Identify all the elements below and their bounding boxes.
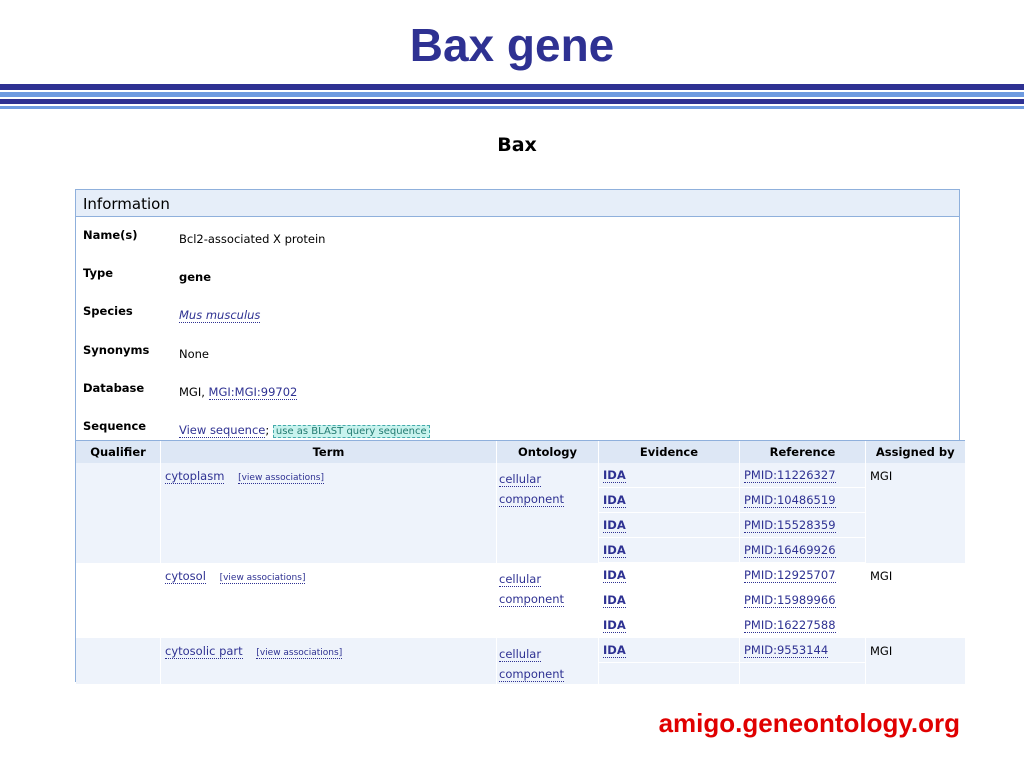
database-link[interactable]: MGI:MGI:99702 bbox=[208, 385, 298, 400]
type-label: Type bbox=[83, 266, 114, 280]
information-header: Information bbox=[76, 190, 959, 217]
evidence-link[interactable]: IDA bbox=[603, 518, 626, 533]
footer-source: amigo.geneontology.org bbox=[658, 708, 960, 738]
reference-link[interactable]: PMID:10486519 bbox=[744, 493, 836, 508]
title-stripe-mid bbox=[0, 99, 1024, 104]
table-left-border bbox=[75, 440, 76, 682]
ontology-line-2[interactable]: component bbox=[499, 592, 565, 607]
ontology-line-2[interactable]: component bbox=[499, 667, 565, 682]
info-row-species: Species Mus musculus bbox=[76, 304, 959, 326]
reference-link[interactable]: PMID:9553144 bbox=[744, 643, 829, 658]
assigned-by-value: MGI bbox=[870, 469, 893, 483]
title-stripe-light bbox=[0, 92, 1024, 97]
view-sequence-link[interactable]: View sequence bbox=[179, 423, 266, 438]
reference-link[interactable]: PMID:11226327 bbox=[744, 468, 836, 483]
info-row-sequence: Sequence View sequence; use as BLAST que… bbox=[76, 419, 959, 441]
qualifier-cell bbox=[75, 463, 161, 563]
info-row-type: Type gene bbox=[76, 266, 959, 288]
names-label: Name(s) bbox=[83, 228, 138, 242]
evidence-link[interactable]: IDA bbox=[603, 468, 626, 483]
sequence-separator: ; bbox=[265, 423, 270, 437]
names-value: Bcl2-associated X protein bbox=[179, 232, 326, 246]
header-evidence[interactable]: Evidence bbox=[598, 440, 740, 463]
qualifier-cell bbox=[75, 563, 161, 638]
term-link[interactable]: cytosolic part bbox=[165, 644, 243, 659]
species-label: Species bbox=[83, 304, 133, 318]
info-row-synonyms: Synonyms None bbox=[76, 343, 959, 365]
synonyms-label: Synonyms bbox=[83, 343, 150, 357]
table-row: cytosol [view associations] cellular com… bbox=[75, 563, 965, 638]
table-header-row: Qualifier Term Ontology Evidence Referen… bbox=[75, 440, 965, 463]
view-associations-link[interactable]: [view associations] bbox=[256, 648, 343, 659]
gene-heading: Bax bbox=[497, 134, 537, 156]
assigned-by-cell: MGI bbox=[865, 463, 965, 563]
type-value: gene bbox=[179, 270, 212, 284]
synonyms-value: None bbox=[179, 347, 210, 361]
term-link[interactable]: cytosol bbox=[165, 569, 206, 584]
header-qualifier[interactable]: Qualifier bbox=[75, 440, 161, 463]
information-panel: Information Name(s) Bcl2-associated X pr… bbox=[75, 189, 960, 440]
evidence-cell: IDA bbox=[598, 638, 740, 684]
evidence-link[interactable]: IDA bbox=[603, 593, 626, 608]
assigned-by-cell: MGI bbox=[865, 563, 965, 638]
header-term[interactable]: Term bbox=[160, 440, 497, 463]
ontology-line-1[interactable]: cellular bbox=[499, 572, 542, 587]
evidence-cell: IDA IDA IDA IDA bbox=[598, 463, 740, 563]
annotation-table: Qualifier Term Ontology Evidence Referen… bbox=[75, 440, 965, 684]
reference-link[interactable]: PMID:12925707 bbox=[744, 568, 836, 583]
sequence-label: Sequence bbox=[83, 419, 147, 433]
ontology-cell: cellular component bbox=[496, 638, 599, 684]
evidence-cell: IDA IDA IDA bbox=[598, 563, 740, 638]
term-cell: cytoplasm [view associations] bbox=[160, 463, 497, 563]
evidence-link[interactable]: IDA bbox=[603, 643, 626, 658]
ontology-line-1[interactable]: cellular bbox=[499, 647, 542, 662]
reference-link[interactable]: PMID:16227588 bbox=[744, 618, 836, 633]
blast-query-link[interactable]: use as BLAST query sequence bbox=[272, 425, 430, 438]
reference-link[interactable]: PMID:16469926 bbox=[744, 543, 836, 558]
reference-cell: PMID:11226327 PMID:10486519 PMID:1552835… bbox=[739, 463, 866, 563]
reference-link[interactable]: PMID:15528359 bbox=[744, 518, 836, 533]
table-row: cytoplasm [view associations] cellular c… bbox=[75, 463, 965, 563]
evidence-link[interactable]: IDA bbox=[603, 568, 626, 583]
qualifier-cell bbox=[75, 638, 161, 684]
header-ontology[interactable]: Ontology bbox=[496, 440, 599, 463]
view-associations-link[interactable]: [view associations] bbox=[219, 573, 306, 584]
species-link[interactable]: Mus musculus bbox=[179, 308, 261, 323]
table-row: cytosolic part [view associations] cellu… bbox=[75, 638, 965, 684]
ontology-line-2[interactable]: component bbox=[499, 492, 565, 507]
reference-cell: PMID:12925707 PMID:15989966 PMID:1622758… bbox=[739, 563, 866, 638]
ontology-cell: cellular component bbox=[496, 463, 599, 563]
assigned-by-value: MGI bbox=[870, 644, 893, 658]
title-stripe-top bbox=[0, 84, 1024, 90]
header-assigned-by[interactable]: Assigned by bbox=[865, 440, 965, 463]
header-reference[interactable]: Reference bbox=[739, 440, 866, 463]
reference-link[interactable]: PMID:15989966 bbox=[744, 593, 836, 608]
info-row-database: Database MGI, MGI:MGI:99702 bbox=[76, 381, 959, 403]
evidence-link[interactable]: IDA bbox=[603, 618, 626, 633]
ontology-line-1[interactable]: cellular bbox=[499, 472, 542, 487]
database-prefix: MGI, bbox=[179, 385, 205, 399]
sequence-value: View sequence; use as BLAST query sequen… bbox=[179, 423, 430, 438]
database-value: MGI, MGI:MGI:99702 bbox=[179, 385, 298, 400]
ontology-cell: cellular component bbox=[496, 563, 599, 638]
slide-title: Bax gene bbox=[409, 19, 615, 71]
view-associations-link[interactable]: [view associations] bbox=[238, 473, 324, 484]
assigned-by-cell: MGI bbox=[865, 638, 965, 684]
database-label: Database bbox=[83, 381, 145, 395]
info-row-names: Name(s) Bcl2-associated X protein bbox=[76, 228, 959, 250]
term-link[interactable]: cytoplasm bbox=[165, 469, 225, 484]
evidence-link[interactable]: IDA bbox=[603, 543, 626, 558]
term-cell: cytosol [view associations] bbox=[160, 563, 497, 638]
assigned-by-value: MGI bbox=[870, 569, 893, 583]
reference-cell: PMID:9553144 bbox=[739, 638, 866, 684]
term-cell: cytosolic part [view associations] bbox=[160, 638, 497, 684]
evidence-link[interactable]: IDA bbox=[603, 493, 626, 508]
title-stripe-bottom bbox=[0, 106, 1024, 109]
